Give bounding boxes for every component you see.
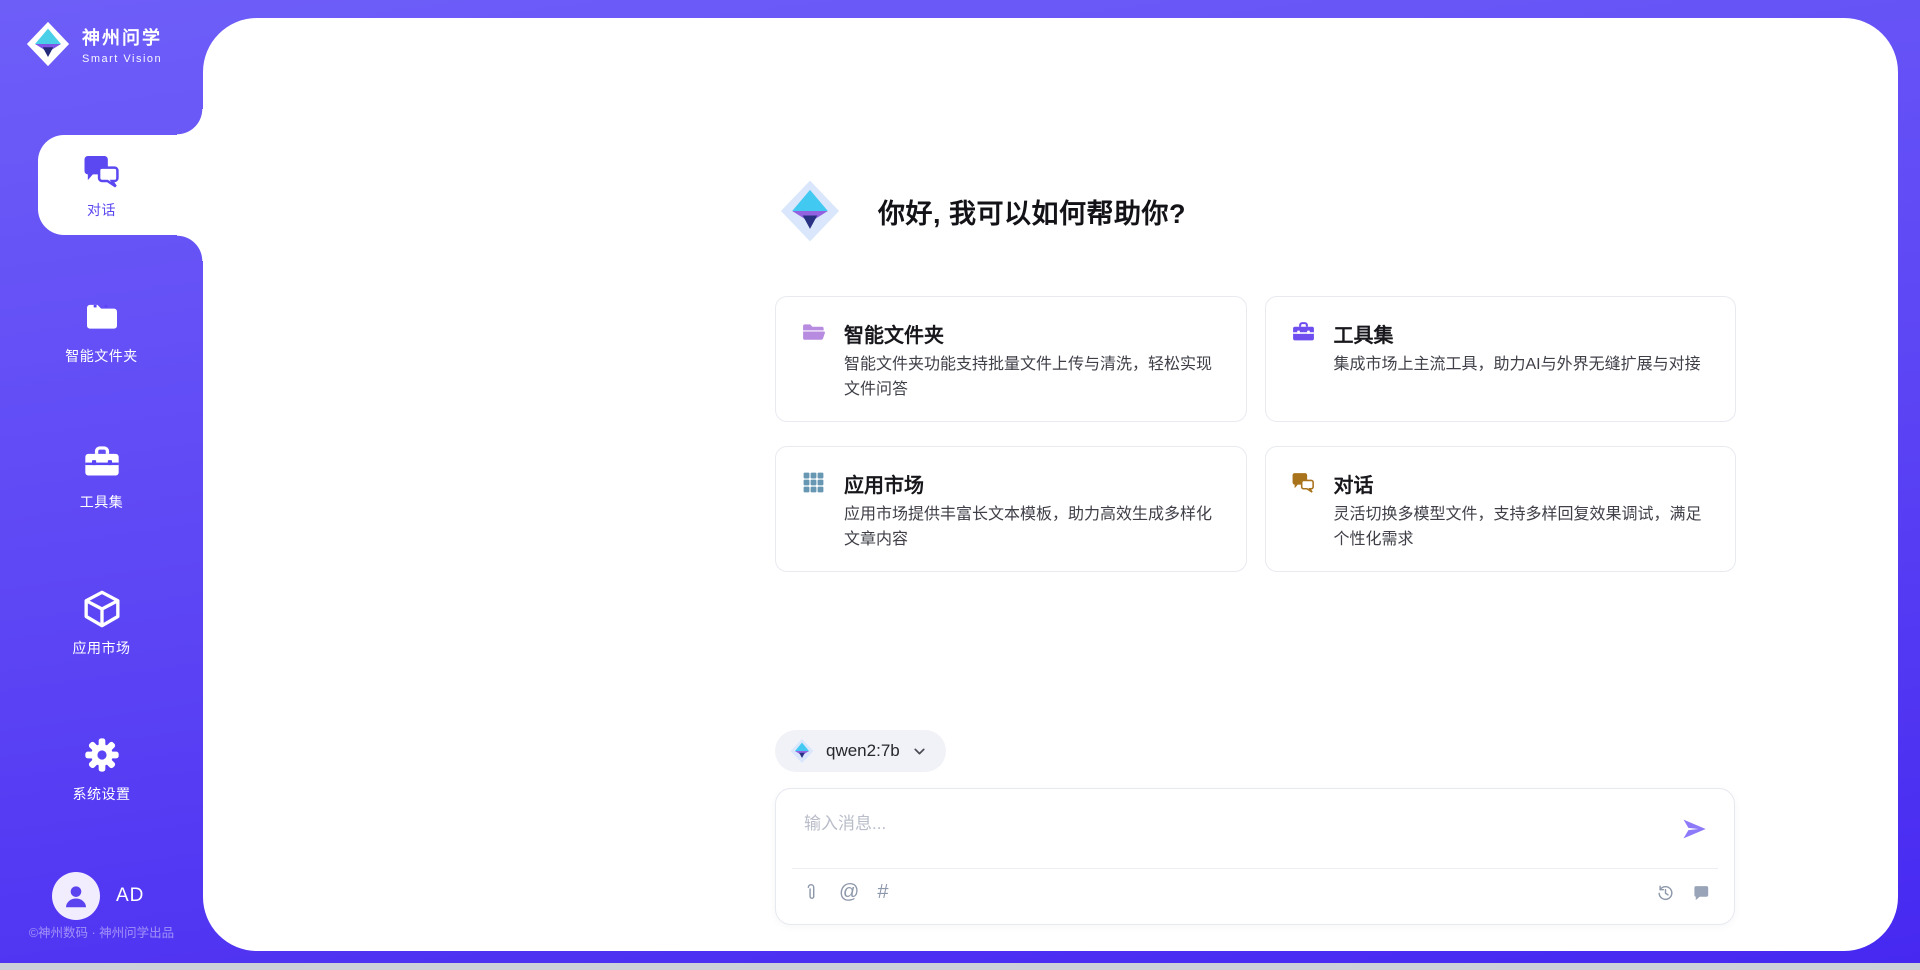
send-icon (1680, 815, 1708, 843)
history-icon (1656, 883, 1675, 902)
mention-button[interactable]: @ (839, 881, 859, 904)
card-title: 智能文件夹 (844, 319, 944, 348)
person-icon (61, 881, 91, 911)
chat-icon (1291, 470, 1316, 495)
chat-icon (82, 151, 122, 191)
card-title: 工具集 (1334, 319, 1394, 348)
history-button[interactable] (1656, 883, 1675, 902)
briefcase-icon (82, 443, 122, 483)
sidebar-item-tools[interactable]: 工具集 (0, 427, 203, 527)
welcome-header: 你好, 我可以如何帮助你? (778, 178, 1186, 244)
model-name: qwen2:7b (826, 741, 900, 761)
sidebar-item-settings[interactable]: 系统设置 (0, 719, 203, 819)
sidebar: 神州问学 Smart Vision 对话 智能文件夹 工具集 (0, 0, 203, 963)
comment-icon (1691, 883, 1710, 902)
gear-icon (82, 735, 122, 775)
feature-cards: 智能文件夹 智能文件夹功能支持批量文件上传与清洗，轻松实现文件问答 工具集 集成… (775, 296, 1736, 572)
sidebar-item-label: 对话 (87, 200, 116, 220)
briefcase-icon (1291, 320, 1316, 345)
grid-icon (801, 470, 826, 495)
avatar[interactable] (52, 872, 100, 920)
card-description: 智能文件夹功能支持批量文件上传与清洗，轻松实现文件问答 (844, 352, 1220, 402)
sidebar-item-label: 工具集 (80, 492, 124, 512)
window-bottom-edge (0, 963, 1920, 970)
folder-open-icon (801, 320, 826, 345)
sidebar-item-label: 智能文件夹 (65, 346, 138, 366)
feature-card-chat[interactable]: 对话 灵活切换多模型文件，支持多样回复效果调试，满足个性化需求 (1265, 446, 1737, 572)
cube-icon (82, 589, 122, 629)
card-description: 应用市场提供丰富长文本模板，助力高效生成多样化文章内容 (844, 502, 1220, 552)
feature-card-folders[interactable]: 智能文件夹 智能文件夹功能支持批量文件上传与清洗，轻松实现文件问答 (775, 296, 1247, 422)
brand-subtitle: Smart Vision (82, 53, 162, 65)
topic-button[interactable]: # (877, 881, 888, 904)
model-selector[interactable]: qwen2:7b (775, 730, 946, 772)
user-initials: AD (116, 885, 144, 907)
folder-icon (82, 297, 122, 337)
attach-button[interactable] (802, 883, 821, 902)
paperclip-icon (802, 883, 821, 902)
model-logo-icon (789, 738, 815, 764)
sidebar-item-market[interactable]: 应用市场 (0, 573, 203, 673)
send-button[interactable] (1680, 815, 1708, 843)
user-profile[interactable]: AD (52, 872, 144, 920)
brand: 神州问学 Smart Vision (24, 20, 162, 68)
card-description: 灵活切换多模型文件，支持多样回复效果调试，满足个性化需求 (1334, 502, 1710, 552)
brand-logo-icon (24, 20, 72, 68)
brand-name: 神州问学 (82, 24, 162, 50)
sidebar-item-label: 应用市场 (73, 638, 131, 658)
greeting-title: 你好, 我可以如何帮助你? (878, 192, 1186, 231)
message-composer: @ # (775, 788, 1735, 925)
sidebar-item-folders[interactable]: 智能文件夹 (0, 281, 203, 381)
feature-card-market[interactable]: 应用市场 应用市场提供丰富长文本模板，助力高效生成多样化文章内容 (775, 446, 1247, 572)
sidebar-item-chat[interactable]: 对话 (0, 135, 203, 235)
main-content: 你好, 我可以如何帮助你? 智能文件夹 智能文件夹功能支持批量文件上传与清洗，轻… (203, 18, 1898, 951)
card-description: 集成市场上主流工具，助力AI与外界无缝扩展与对接 (1334, 352, 1710, 377)
card-title: 应用市场 (844, 469, 924, 498)
card-title: 对话 (1334, 469, 1374, 498)
message-input[interactable] (804, 809, 1664, 859)
sidebar-item-label: 系统设置 (73, 784, 131, 804)
comments-button[interactable] (1691, 883, 1710, 902)
at-icon: @ (839, 881, 859, 904)
app-logo-icon (778, 178, 842, 244)
feature-card-tools[interactable]: 工具集 集成市场上主流工具，助力AI与外界无缝扩展与对接 (1265, 296, 1737, 422)
copyright-text: ©神州数码 · 神州问学出品 (0, 922, 203, 941)
hash-icon: # (877, 881, 888, 904)
chevron-down-icon[interactable] (911, 743, 928, 760)
composer-divider (792, 868, 1718, 869)
